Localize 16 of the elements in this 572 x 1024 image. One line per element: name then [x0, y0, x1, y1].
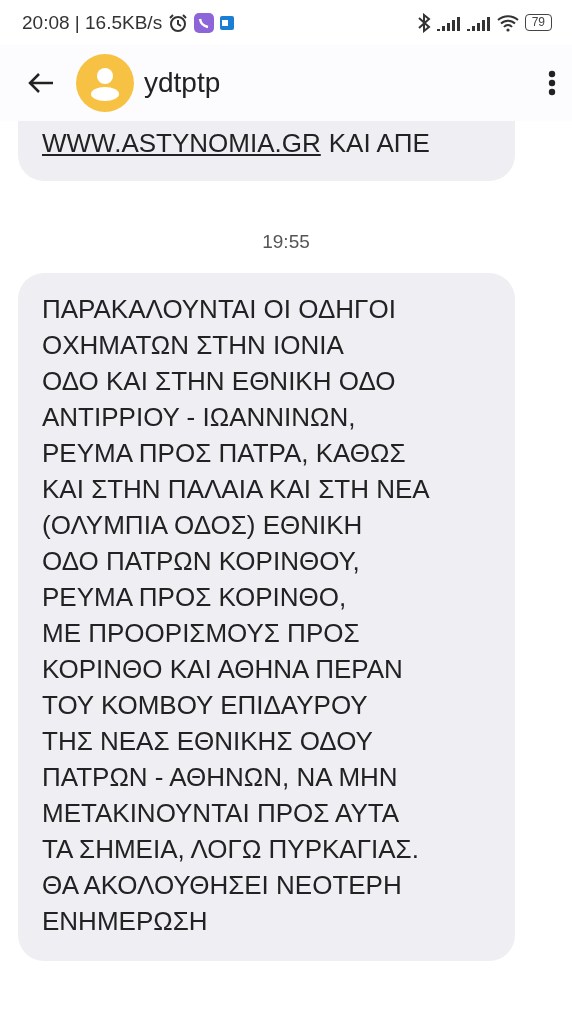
bluetooth-icon — [416, 12, 431, 33]
signal-icon — [436, 14, 461, 31]
phone-app-icon — [194, 12, 215, 33]
signal-icon — [466, 14, 491, 31]
message-link[interactable]: WWW.ASTYNOMIA.GR — [42, 125, 321, 161]
contact-name: ydtptp — [144, 67, 221, 99]
alarm-icon — [168, 12, 189, 33]
message-text: ΠΑΡΑΚΑΛΟΥΝΤΑΙ ΟΙ ΟΔΗΓΟΙ ΟΧΗΜΑΤΩΝ ΣΤΗΝ ΙΟΝΙΑ ΟΔΟ ΚΑΙ ΣΤΗΝ ΕΘΝΙΚΗ ΟΔΟ ΑΝΤΙΡΡΙΟΥ - ΙΩΑΝΝΙΝΩΝ, ΡΕΥΜΑ ΠΡΟΣ ΠΑΤΡΑ, ΚΑΘΩΣ ΚΑΙ ΣΤΗΝ ΠΑΛΑΙΑ ΚΑΙ ΣΤΗ ΝΕΑ (ΟΛΥΜΠΙΑ ΟΔΟΣ) ΕΘΝΙΚΗ ΟΔΟ ΠΑΤΡΩΝ ΚΟΡΙΝΘΟΥ, ΡΕΥΜΑ ΠΡΟΣ ΚΟΡΙΝΘΟ, ΜΕ ΠΡΟΟΡΙΣΜΟΥΣ ΠΡΟΣ ΚΟΡΙΝΘΟ ΚΑΙ ΑΘΗΝΑ ΠΕΡΑΝ ΤΟΥ ΚΟΜΒΟΥ ΕΠΙΔΑΥΡΟΥ ΤΗΣ ΝΕΑΣ ΕΘΝΙΚΗΣ ΟΔΟΥ ΠΑΤΡΩΝ - ΑΘΗΝΩΝ, ΝΑ ΜΗΝ ΜΕΤΑΚΙΝΟΥΝΤΑΙ ΠΡΟΣ ΑΥΤΑ ΤΑ ΣΗΜΕΙΑ, ΛΟΓΩ ΠΥΡΚΑΓΙΑΣ. ΘΑ ΑΚΟΛΟΥΘΗΣΕΙ ΝΕΟΤΕΡΗ ΕΝΗΜΕΡΩΣΗ — [42, 293, 431, 938]
back-icon[interactable] — [28, 72, 54, 94]
message-timestamp: 19:55 — [262, 231, 310, 253]
status-time: 20:08 | 16.5KB/s — [22, 11, 163, 34]
wifi-icon — [496, 13, 519, 32]
mail-app-icon — [220, 15, 235, 30]
message-text: ΚΑΙ ΑΠΕ — [328, 127, 430, 160]
more-options-icon[interactable] — [548, 70, 556, 96]
battery-indicator: 79 — [524, 14, 552, 31]
